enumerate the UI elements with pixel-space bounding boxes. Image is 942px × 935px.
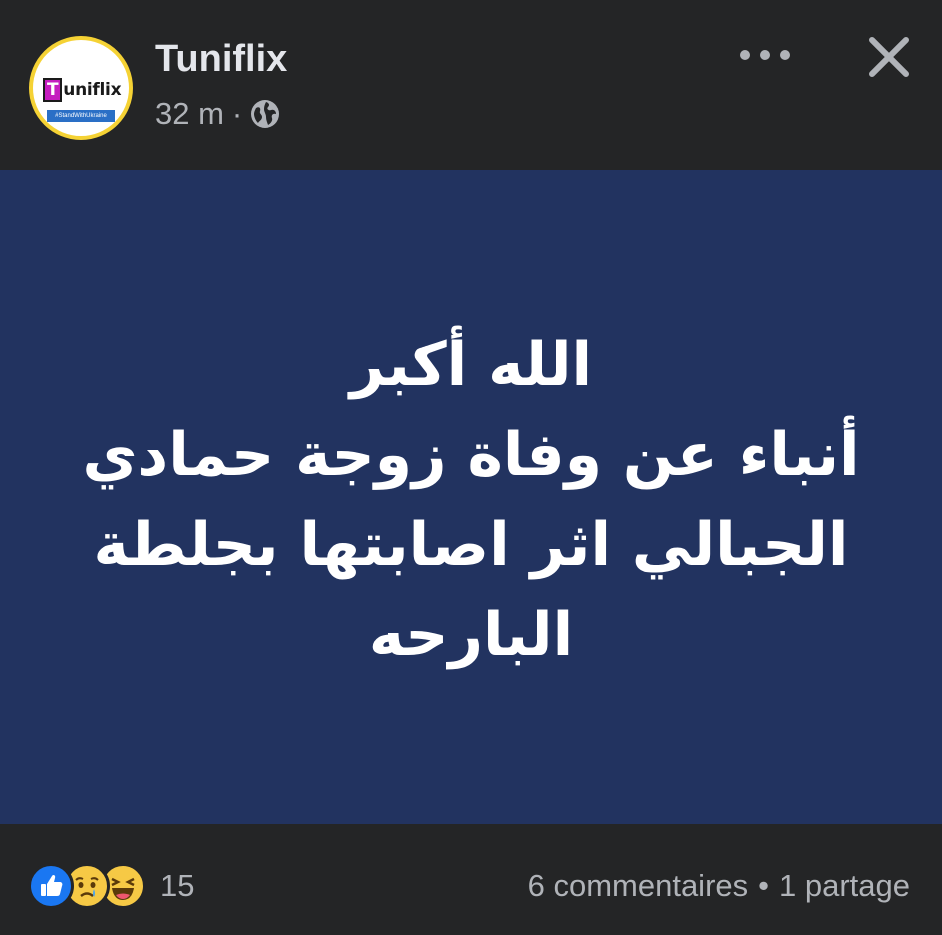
like-icon [28, 863, 74, 909]
tuniflix-logo: Tuniflix [43, 78, 122, 102]
post-text-line: البارحه [368, 600, 574, 670]
facebook-post: Tuniflix #StandWithUkraine Tuniflix 32 m… [0, 0, 942, 935]
avatar-image: Tuniflix #StandWithUkraine [33, 40, 129, 136]
stand-with-ukraine-tag: #StandWithUkraine [47, 110, 115, 122]
reactions-summary[interactable]: 15 [28, 863, 195, 909]
post-text-line: الله أكبر [349, 330, 593, 400]
more-horizontal-icon[interactable] [740, 40, 790, 70]
page-avatar[interactable]: Tuniflix #StandWithUkraine [29, 36, 133, 140]
reaction-count: 15 [160, 868, 195, 903]
post-text-line: الجبالي اثر اصابتها بجلطة [93, 510, 849, 580]
more-dot [780, 50, 790, 60]
globe-icon [250, 99, 280, 129]
post-footer: 15 6 commentaires • 1 partage [0, 824, 942, 935]
post-stats: 6 commentaires • 1 partage [528, 864, 910, 908]
more-dot [760, 50, 770, 60]
page-name-link[interactable]: Tuniflix [155, 36, 287, 82]
stats-separator: • [758, 868, 769, 903]
comments-count-link[interactable]: 6 commentaires [528, 868, 749, 904]
post-time[interactable]: 32 m [155, 96, 224, 132]
shares-count-link[interactable]: 1 partage [779, 868, 910, 904]
post-meta: 32 m · [155, 94, 280, 134]
meta-separator: · [231, 96, 243, 131]
close-icon[interactable] [866, 34, 912, 80]
post-text: الله أكبر أنباء عن وفاة زوجة حمادي الجبا… [40, 320, 902, 680]
post-header: Tuniflix #StandWithUkraine Tuniflix 32 m… [0, 0, 942, 170]
post-text-line: أنباء عن وفاة زوجة حمادي [82, 420, 860, 490]
post-content[interactable]: الله أكبر أنباء عن وفاة زوجة حمادي الجبا… [0, 170, 942, 824]
more-dot [740, 50, 750, 60]
